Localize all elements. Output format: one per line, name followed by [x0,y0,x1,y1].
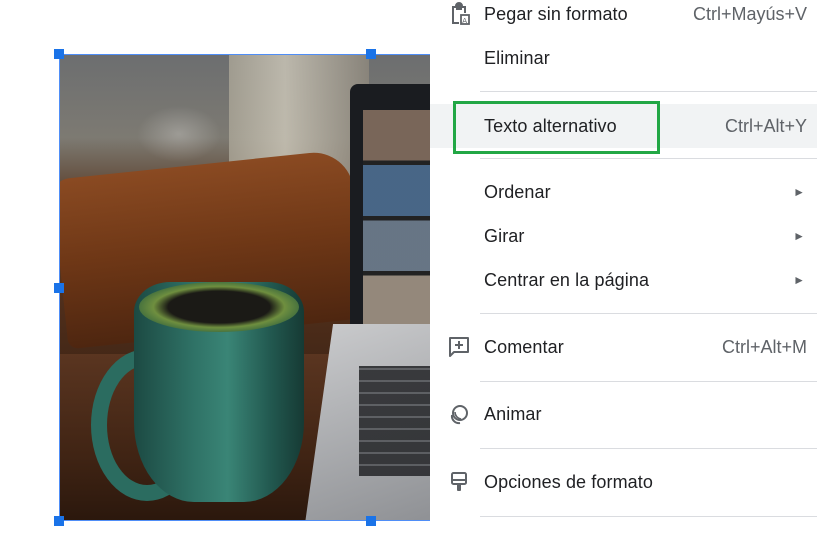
submenu-arrow-icon: ► [793,273,805,287]
menu-item-label: Opciones de formato [484,471,653,492]
menu-item-comment[interactable]: Comentar Ctrl+Alt+M [430,325,817,369]
resize-handle-middle-left[interactable] [54,283,64,293]
selection-frame [59,54,430,521]
svg-text:A: A [462,17,467,25]
slide-canvas [0,0,430,533]
menu-separator [480,381,817,382]
format-paint-icon [446,469,472,495]
menu-item-label: Comentar [484,336,564,357]
menu-item-label: Girar [484,225,525,246]
menu-item-order[interactable]: Ordenar ► [430,170,817,214]
menu-item-rotate[interactable]: Girar ► [430,214,817,258]
resize-handle-top-middle[interactable] [366,49,376,59]
menu-separator [480,313,817,314]
menu-item-shortcut: Ctrl+Alt+Y [724,115,807,136]
menu-item-delete[interactable]: Eliminar [430,36,817,80]
menu-item-center-on-page[interactable]: Centrar en la página ► [430,258,817,302]
menu-item-format-options[interactable]: Opciones de formato [430,460,817,504]
menu-item-paste-without-formatting[interactable]: A Pegar sin formato Ctrl+Mayús+V [430,0,817,36]
menu-item-animate[interactable]: Animar [430,392,817,436]
submenu-arrow-icon: ► [793,185,805,199]
menu-item-label: Pegar sin formato [484,3,628,24]
menu-separator [480,516,817,517]
submenu-arrow-icon: ► [793,229,805,243]
menu-item-shortcut: Ctrl+Mayús+V [692,3,807,24]
animate-icon [446,401,472,427]
menu-item-label: Ordenar [484,181,551,202]
resize-handle-bottom-left[interactable] [54,516,64,526]
menu-separator [480,158,817,159]
menu-item-label: Centrar en la página [484,269,650,290]
clipboard-paste-icon: A [446,1,472,27]
add-comment-icon [446,334,472,360]
menu-item-label: Animar [484,403,542,424]
resize-handle-bottom-middle[interactable] [366,516,376,526]
menu-separator [480,448,817,449]
annotation-highlight [453,101,660,154]
menu-item-shortcut: Ctrl+Alt+M [721,336,807,357]
context-menu: A Pegar sin formato Ctrl+Mayús+V Elimina… [430,0,817,533]
menu-item-label: Eliminar [484,47,550,68]
menu-separator [480,91,817,92]
resize-handle-top-left[interactable] [54,49,64,59]
